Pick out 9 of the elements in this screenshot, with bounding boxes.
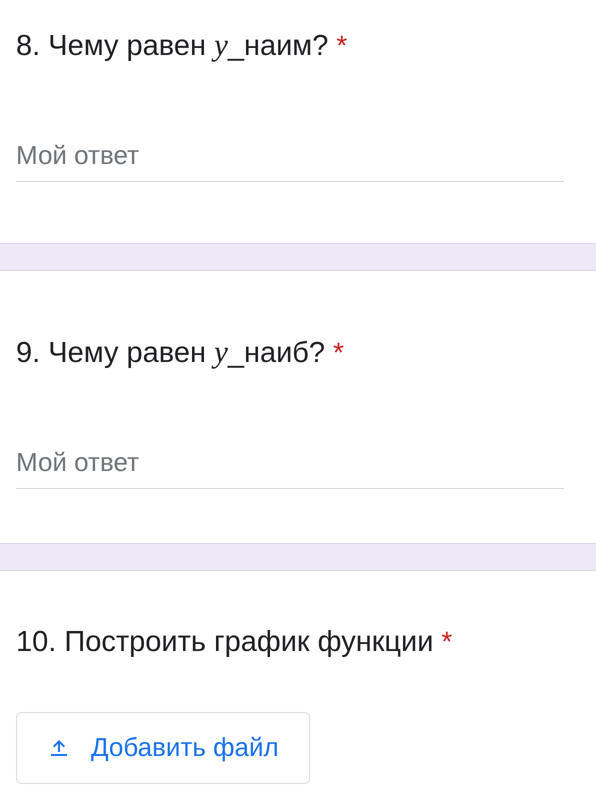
answer-field[interactable]: Мой ответ xyxy=(16,136,564,182)
required-mark: * xyxy=(333,336,344,370)
question-title: 9. Чему равен y_наиб? xyxy=(16,333,326,371)
question-title: 8. Чему равен y_наим? xyxy=(16,26,328,64)
answer-field[interactable]: Мой ответ xyxy=(16,442,564,489)
question-title: 10. Построить график функции xyxy=(16,625,434,660)
required-mark: * xyxy=(336,29,348,63)
add-file-button[interactable]: Добавить файл xyxy=(16,712,310,784)
required-mark: * xyxy=(441,625,452,659)
